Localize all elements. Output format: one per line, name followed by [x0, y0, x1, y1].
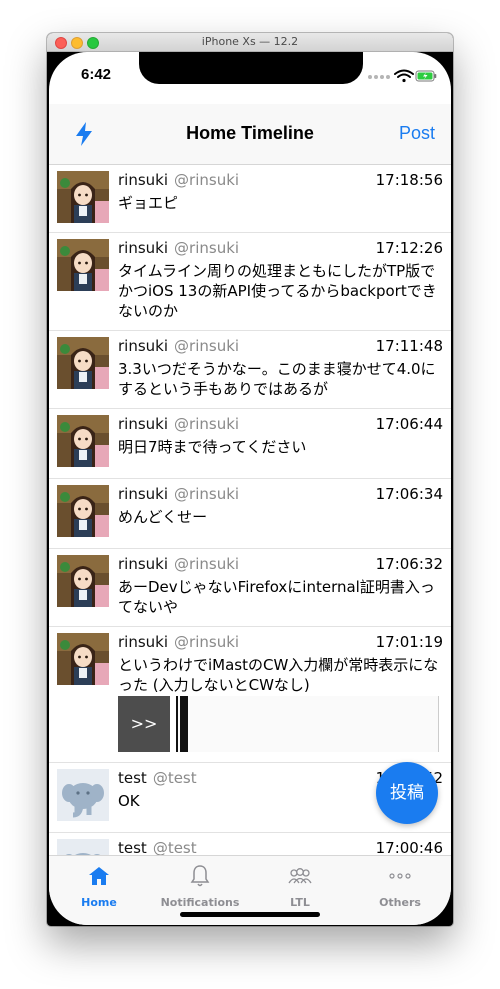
bell-icon [190, 865, 210, 887]
navigation-bar: Home Timeline Post [49, 104, 451, 165]
post-account-handle: @rinsuki [174, 415, 240, 433]
post-account-handle: @rinsuki [174, 239, 240, 257]
signal-icon [368, 75, 390, 79]
tab-home[interactable]: Home [49, 856, 149, 916]
tab-ltl[interactable]: LTL [250, 856, 350, 916]
post-display-name: rinsuki [118, 415, 169, 433]
post-timestamp: 17:06:44 [375, 415, 443, 433]
post-display-name: rinsuki [118, 633, 169, 651]
post-account-handle: @rinsuki [174, 337, 240, 355]
post-account-handle: @rinsuki [174, 485, 240, 503]
post-display-name: test [118, 769, 147, 787]
post-text: めんどくせー [118, 508, 208, 526]
post-text: タイムライン周りの処理まともにしたがTP版でかつiOS 13の新API使ってるか… [118, 262, 437, 320]
timeline-row[interactable]: rinsuki @rinsuki 17:11:48 3.3いつだそうかなー。このまま寝… [49, 331, 451, 409]
post-header: rinsuki @rinsuki 17:06:34 [118, 485, 443, 505]
media-preview-image[interactable] [176, 696, 439, 752]
timeline-row[interactable]: rinsuki @rinsuki 17:01:19 というわけでiMastのCW入力欄… [49, 627, 451, 763]
timeline-row[interactable]: rinsuki @rinsuki 17:12:26 タイムライン周りの処理まともにした… [49, 233, 451, 331]
post-account-handle: @test [152, 769, 197, 787]
post-header: rinsuki @rinsuki 17:18:56 [118, 171, 443, 191]
post-header: rinsuki @rinsuki 17:06:44 [118, 415, 443, 435]
timeline-list[interactable]: rinsuki @rinsuki 17:18:56 ギョエピ rinsuki @rinsu… [49, 165, 451, 855]
home-icon [89, 867, 109, 885]
post-display-name: rinsuki [118, 171, 169, 189]
post-account-handle: @rinsuki [174, 171, 240, 189]
window-title: iPhone Xs — 12.2 [201, 35, 299, 48]
post-header: rinsuki @rinsuki 17:11:48 [118, 337, 443, 357]
people-icon [288, 868, 312, 884]
timeline-row[interactable]: rinsuki @rinsuki 17:06:34 めんどくせー [49, 479, 451, 549]
simulator-titlebar: iPhone Xs — 12.2 [47, 33, 453, 52]
post-account-handle: @rinsuki [174, 633, 240, 651]
elephant-avatar-icon[interactable] [57, 839, 109, 855]
anime-avatar-icon[interactable] [57, 171, 109, 223]
media-thumbnail[interactable]: >> [118, 696, 170, 752]
post-header: test @test 17:00:46 [118, 839, 443, 855]
post-timestamp: 17:06:32 [375, 555, 443, 573]
home-indicator[interactable] [180, 912, 320, 917]
more-icon [389, 873, 411, 879]
timeline-row[interactable]: rinsuki @rinsuki 17:06:44 明日7時まで待ってください [49, 409, 451, 479]
post-display-name: test [118, 839, 147, 855]
post-display-name: rinsuki [118, 239, 169, 257]
post-text: 3.3いつだそうかなー。このまま寝かせて4.0にするという手もありではあるが [118, 360, 436, 398]
anime-avatar-icon[interactable] [57, 555, 109, 607]
post-media-attachments: >> [118, 696, 439, 752]
post-display-name: rinsuki [118, 555, 169, 573]
post-text: ギョエピ [118, 194, 179, 212]
post-header: rinsuki @rinsuki 17:01:19 [118, 633, 443, 653]
post-timestamp: 17:00:46 [375, 839, 443, 855]
anime-avatar-icon[interactable] [57, 633, 109, 685]
post-header: rinsuki @rinsuki 17:12:26 [118, 239, 443, 259]
post-text: というわけでiMastのCW入力欄が常時表示になった (入力しないとCWなし) [118, 656, 439, 694]
post-header: rinsuki @rinsuki 17:06:32 [118, 555, 443, 575]
post-button[interactable]: Post [399, 123, 435, 144]
tab-notifications-label: Notifications [160, 896, 240, 909]
post-timestamp: 17:12:26 [375, 239, 443, 257]
post-account-handle: @rinsuki [174, 555, 240, 573]
timeline-row[interactable]: rinsuki @rinsuki 17:18:56 ギョエピ [49, 165, 451, 233]
timeline-row[interactable]: rinsuki @rinsuki 17:06:32 あーDevじゃないFirefoxに… [49, 549, 451, 627]
tab-others[interactable]: Others [350, 856, 450, 916]
timeline-row[interactable]: test @test 17:00:46 [49, 833, 451, 855]
status-time: 6:42 [81, 66, 112, 83]
post-timestamp: 17:18:56 [375, 171, 443, 189]
post-display-name: rinsuki [118, 337, 169, 355]
post-account-handle: @test [152, 839, 197, 855]
post-timestamp: 17:01:19 [375, 633, 443, 651]
tab-home-label: Home [81, 896, 117, 909]
compose-floating-button[interactable]: 投稿 [376, 762, 438, 824]
wifi-icon [394, 69, 414, 83]
anime-avatar-icon[interactable] [57, 415, 109, 467]
simulator-window: iPhone Xs — 12.2 6:42 Home Timeline Post… [47, 33, 453, 926]
phone-screen: 6:42 Home Timeline Post rinsuki @rinsuki 1… [49, 52, 451, 925]
tab-others-label: Others [379, 896, 421, 909]
post-timestamp: 17:06:34 [375, 485, 443, 503]
post-timestamp: 17:11:48 [375, 337, 443, 355]
anime-avatar-icon[interactable] [57, 239, 109, 291]
anime-avatar-icon[interactable] [57, 337, 109, 389]
status-icons [368, 69, 437, 83]
post-text: あーDevじゃないFirefoxにinternal証明書入ってないや [118, 578, 435, 616]
page-title: Home Timeline [186, 123, 314, 143]
battery-icon [415, 70, 437, 82]
preview-dark-bar [180, 696, 188, 752]
tab-notifications[interactable]: Notifications [150, 856, 250, 916]
tab-ltl-label: LTL [290, 896, 310, 909]
notch [139, 52, 363, 84]
elephant-avatar-icon[interactable] [57, 769, 109, 821]
anime-avatar-icon[interactable] [57, 485, 109, 537]
post-text: 明日7時まで待ってください [118, 438, 307, 456]
post-display-name: rinsuki [118, 485, 169, 503]
